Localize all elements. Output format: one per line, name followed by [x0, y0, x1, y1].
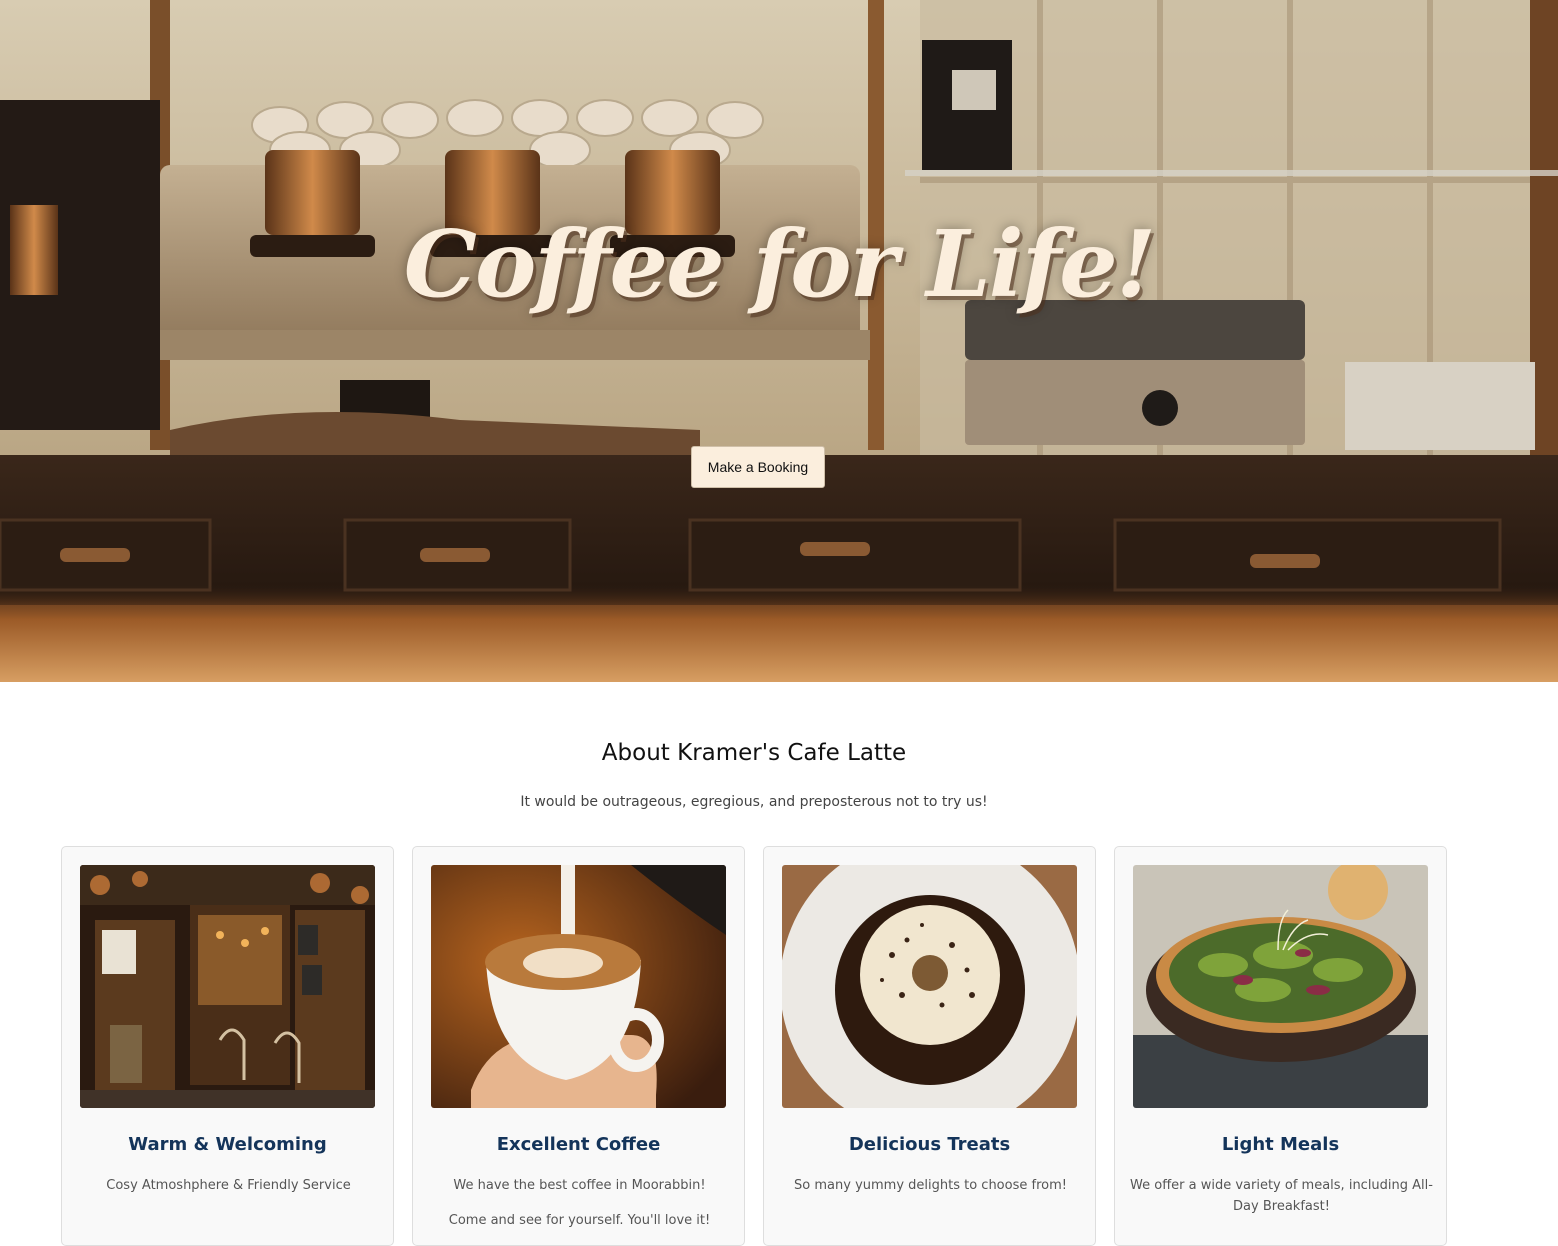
feature-card-light-meals: Light Meals We offer a wide variety of m…	[1114, 846, 1447, 1246]
feature-card-warm-welcoming: Warm & Welcoming Cosy Atmoshphere & Frie…	[61, 846, 394, 1246]
card-text: We have the best coffee in Moorabbin!	[453, 1178, 706, 1193]
card-title: Delicious Treats	[848, 1134, 1011, 1155]
card-title: Excellent Coffee	[496, 1134, 661, 1155]
card-title: Light Meals	[1221, 1134, 1340, 1155]
about-title: About Kramer's Cafe Latte	[601, 740, 907, 766]
make-booking-button[interactable]: Make a Booking	[691, 446, 825, 488]
card-text: So many yummy delights to choose from!	[794, 1178, 1067, 1193]
card-text: We offer a wide variety of meals, includ…	[1130, 1178, 1433, 1214]
hero-title: Coffee for Life!	[403, 210, 1156, 318]
card-text-secondary: Come and see for yourself. You'll love i…	[448, 1213, 711, 1228]
cafe-storefront-image	[80, 865, 375, 1108]
salad-bowl-image	[1133, 865, 1428, 1108]
latte-art-image	[431, 865, 726, 1108]
hero-background-image	[0, 0, 1558, 682]
about-subtitle: It would be outrageous, egregious, and p…	[520, 794, 988, 810]
feature-card-delicious-treats: Delicious Treats So many yummy delights …	[763, 846, 1096, 1246]
donut-on-plate-image	[782, 865, 1077, 1108]
hero-banner: Coffee for Life! Make a Booking	[0, 0, 1558, 682]
card-text: Cosy Atmoshphere & Friendly Service	[106, 1178, 351, 1193]
feature-card-excellent-coffee: Excellent Coffee We have the best coffee…	[412, 846, 745, 1246]
card-title: Warm & Welcoming	[128, 1134, 327, 1155]
